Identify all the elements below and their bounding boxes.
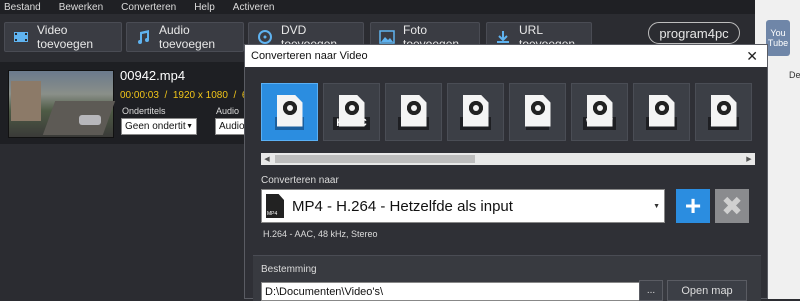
add-audio-button[interactable]: Audio toevoegen	[126, 22, 244, 52]
disc-icon	[257, 30, 273, 44]
video-file-icon	[462, 94, 489, 127]
video-file-icon	[338, 94, 365, 127]
file-resolution: 1920 x 1080	[172, 90, 228, 101]
format-scrollbar[interactable]: ◀ ▶	[261, 153, 755, 165]
subtitles-label: Ondertitels	[122, 106, 166, 116]
close-icon[interactable]: ✕	[746, 48, 758, 65]
audio-value: Audio	[219, 121, 245, 132]
youtube-icon: You Tube	[766, 20, 790, 56]
video-thumbnail	[8, 70, 116, 138]
video-file-icon	[524, 94, 551, 127]
format-mpg[interactable]: MPG	[633, 83, 690, 141]
file-row[interactable]: 00942.mp4 00:00:03 / 1920 x 1080 / 6. On…	[0, 62, 250, 144]
audio-label: Audio	[216, 106, 240, 116]
video-file-icon	[586, 94, 613, 127]
preset-value: MP4 - H.264 - Hetzelfde als input	[292, 197, 513, 215]
dialog-title: Converteren naar Video	[251, 50, 368, 62]
brand-logo: program4pc	[648, 22, 740, 44]
convert-to-label: Converteren naar	[261, 175, 339, 186]
video-file-icon	[710, 94, 737, 127]
chevron-down-icon: ▼	[186, 123, 193, 130]
video-file-icon	[400, 94, 427, 127]
format-list: MP4 HEVC MOV MKV AVI WMV MPG XVID	[261, 83, 752, 141]
format-mkv[interactable]: MKV	[447, 83, 504, 141]
subtitles-value: Geen ondertit	[125, 121, 186, 132]
preset-dropdown[interactable]: MP4 MP4 - H.264 - Hetzelfde als input ▼	[261, 189, 665, 223]
x-icon: ✖	[721, 190, 743, 221]
format-avi[interactable]: AVI	[509, 83, 566, 141]
menu-bar: Bestand Bewerken Converteren Help Active…	[0, 0, 755, 14]
preset-icon-label: MP4	[267, 211, 278, 217]
format-mov[interactable]: MOV	[385, 83, 442, 141]
scrollbar-thumb[interactable]	[275, 155, 475, 163]
chevron-left-icon[interactable]: ◀	[261, 153, 273, 165]
file-name: 00942.mp4	[120, 68, 186, 83]
file-duration: 00:00:03	[120, 90, 159, 101]
open-folder-button[interactable]: Open map	[667, 280, 747, 301]
chevron-down-icon: ▼	[653, 202, 660, 210]
browse-button[interactable]: ...	[639, 280, 663, 301]
menu-help[interactable]: Help	[194, 2, 215, 13]
side-text: De	[789, 70, 800, 80]
audio-dropdown[interactable]: Audio	[215, 118, 245, 135]
add-video-button[interactable]: Video toevoegen	[4, 22, 122, 52]
image-icon	[379, 30, 395, 44]
dialog-titlebar: Converteren naar Video ✕	[245, 45, 767, 67]
destination-input[interactable]: D:\Documenten\Video's\	[261, 282, 643, 301]
music-note-icon	[135, 30, 151, 44]
destination-label: Bestemming	[261, 264, 317, 275]
delete-preset-button[interactable]: ✖	[715, 189, 749, 223]
menu-converteren[interactable]: Converteren	[121, 2, 176, 13]
plus-icon: +	[684, 190, 702, 221]
film-icon	[13, 30, 29, 44]
download-icon	[495, 30, 511, 44]
format-hevc[interactable]: HEVC	[323, 83, 380, 141]
menu-bewerken[interactable]: Bewerken	[59, 2, 103, 13]
format-wmv[interactable]: WMV	[571, 83, 628, 141]
video-file-icon	[276, 94, 303, 127]
format-mp4[interactable]: MP4	[261, 83, 318, 141]
destination-panel: Bestemming D:\Documenten\Video's\ ... Op…	[253, 255, 761, 301]
mp4-file-icon: MP4	[266, 194, 284, 218]
codec-info: H.264 - AAC, 48 kHz, Stereo	[263, 229, 378, 239]
convert-dialog: Converteren naar Video ✕ MP4 HEVC MOV MK…	[244, 44, 768, 301]
format-xvid[interactable]: XVID	[695, 83, 752, 141]
brand-logo-text: program4pc	[659, 25, 729, 41]
add-audio-label: Audio toevoegen	[159, 23, 216, 51]
menu-activeren[interactable]: Activeren	[233, 2, 275, 13]
video-file-icon	[648, 94, 675, 127]
add-preset-button[interactable]: +	[676, 189, 710, 223]
chevron-right-icon[interactable]: ▶	[743, 153, 755, 165]
add-video-label: Video toevoegen	[37, 23, 94, 51]
subtitles-dropdown[interactable]: Geen ondertit ▼	[121, 118, 197, 135]
file-meta: 00:00:03 / 1920 x 1080 / 6.	[120, 90, 250, 101]
youtube-top-text: You	[770, 28, 786, 38]
youtube-bottom-text: Tube	[767, 38, 789, 48]
menu-bestand[interactable]: Bestand	[4, 2, 41, 13]
